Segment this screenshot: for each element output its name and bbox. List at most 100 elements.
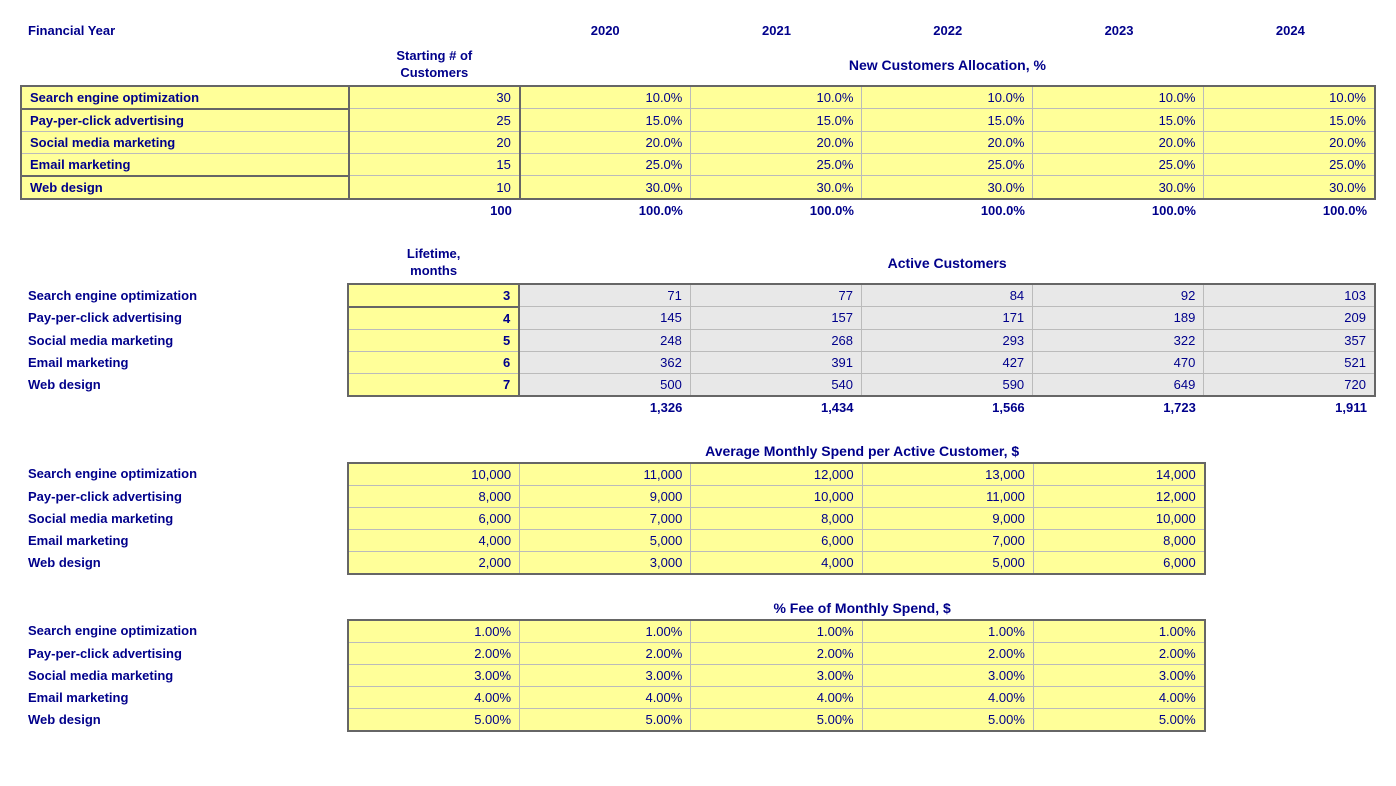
s2-val-2-4: 357 — [1204, 329, 1375, 351]
s4-val-1-0: 2.00% — [348, 642, 519, 664]
s4-empty-4 — [1205, 708, 1376, 731]
s3-empty-0 — [1205, 463, 1376, 486]
s1-total-3: 100.0% — [1033, 199, 1204, 221]
s4-val-1-3: 2.00% — [862, 642, 1033, 664]
s2-label-0: Search engine optimization — [20, 284, 348, 307]
s4-empty-1 — [1205, 642, 1376, 664]
s1-val-1-1: 15.0% — [691, 109, 862, 132]
s4-empty-2 — [1205, 664, 1376, 686]
s4-row-3: Email marketing 4.00% 4.00% 4.00% 4.00% … — [20, 686, 1376, 708]
s1-start-1: 25 — [349, 109, 520, 132]
year-2023: 2023 — [1033, 20, 1204, 41]
s1-val-1-0: 15.0% — [520, 109, 691, 132]
s3-val-4-2: 4,000 — [691, 551, 862, 574]
s4-label-1: Pay-per-click advertising — [20, 642, 348, 664]
s4-val-3-4: 4.00% — [1033, 686, 1204, 708]
s3-val-2-0: 6,000 — [348, 507, 519, 529]
s1-val-4-0: 30.0% — [520, 176, 691, 199]
s1-row-0: Search engine optimization 30 10.0% 10.0… — [21, 86, 1375, 109]
s4-val-2-0: 3.00% — [348, 664, 519, 686]
s1-val-2-0: 20.0% — [520, 131, 691, 153]
s3-val-3-2: 6,000 — [691, 529, 862, 551]
s2-total-2: 1,566 — [862, 396, 1033, 418]
year-2022: 2022 — [862, 20, 1033, 41]
s1-val-0-1: 10.0% — [691, 86, 862, 109]
main-header: Financial Year 2020 2021 2022 2023 2024 — [20, 20, 1376, 41]
section4-table: % Fee of Monthly Spend, $ Search engine … — [20, 597, 1376, 732]
s4-val-4-1: 5.00% — [520, 708, 691, 731]
s1-val-0-0: 10.0% — [520, 86, 691, 109]
s2-row-3: Email marketing 6 362 391 427 470 521 — [20, 351, 1375, 373]
s2-val-0-1: 77 — [690, 284, 861, 307]
section1-subheader: Starting # ofCustomers New Customers All… — [21, 45, 1375, 86]
s2-lifetime-1: 4 — [348, 307, 519, 330]
s4-row-2: Social media marketing 3.00% 3.00% 3.00%… — [20, 664, 1376, 686]
s3-val-0-4: 14,000 — [1033, 463, 1204, 486]
s1-val-4-3: 30.0% — [1033, 176, 1204, 199]
s1-row-2: Social media marketing 20 20.0% 20.0% 20… — [21, 131, 1375, 153]
s4-val-0-0: 1.00% — [348, 620, 519, 643]
s3-val-3-3: 7,000 — [862, 529, 1033, 551]
section3-label-spacer — [20, 440, 348, 463]
s3-label-1: Pay-per-click advertising — [20, 485, 348, 507]
s4-row-4: Web design 5.00% 5.00% 5.00% 5.00% 5.00% — [20, 708, 1376, 731]
s3-val-4-0: 2,000 — [348, 551, 519, 574]
s1-val-0-4: 10.0% — [1204, 86, 1375, 109]
s4-val-3-0: 4.00% — [348, 686, 519, 708]
s1-start-0: 30 — [349, 86, 520, 109]
s2-val-3-3: 470 — [1033, 351, 1204, 373]
section4-subheader: % Fee of Monthly Spend, $ — [20, 597, 1376, 620]
s1-val-1-3: 15.0% — [1033, 109, 1204, 132]
s4-label-0: Search engine optimization — [20, 620, 348, 643]
s4-val-3-2: 4.00% — [691, 686, 862, 708]
s4-val-0-1: 1.00% — [520, 620, 691, 643]
s1-row-1: Pay-per-click advertising 25 15.0% 15.0%… — [21, 109, 1375, 132]
s3-label-4: Web design — [20, 551, 348, 574]
s2-val-3-2: 427 — [862, 351, 1033, 373]
s3-val-2-2: 8,000 — [691, 507, 862, 529]
section2-section-header: Active Customers — [519, 243, 1375, 284]
section2-table: Lifetime,months Active Customers Search … — [20, 243, 1376, 418]
s3-val-2-1: 7,000 — [520, 507, 691, 529]
s1-start-2: 20 — [349, 131, 520, 153]
s3-val-3-0: 4,000 — [348, 529, 519, 551]
s1-val-3-3: 25.0% — [1033, 153, 1204, 176]
s3-row-0: Search engine optimization 10,000 11,000… — [20, 463, 1376, 486]
financial-year-label: Financial Year — [20, 20, 348, 41]
section3-subheader: Average Monthly Spend per Active Custome… — [20, 440, 1376, 463]
s1-val-2-1: 20.0% — [691, 131, 862, 153]
section2-label-spacer — [20, 243, 348, 284]
s1-label-2: Social media marketing — [21, 131, 349, 153]
s2-val-4-4: 720 — [1204, 373, 1375, 396]
s2-val-0-3: 92 — [1033, 284, 1204, 307]
s1-val-2-2: 20.0% — [862, 131, 1033, 153]
s1-label-4: Web design — [21, 176, 349, 199]
spacer-2 — [20, 420, 1376, 440]
s3-val-1-4: 12,000 — [1033, 485, 1204, 507]
s3-val-0-3: 13,000 — [862, 463, 1033, 486]
s1-val-3-2: 25.0% — [862, 153, 1033, 176]
s3-val-0-0: 10,000 — [348, 463, 519, 486]
s1-val-1-2: 15.0% — [862, 109, 1033, 132]
s3-empty-4 — [1205, 551, 1376, 574]
s1-val-3-0: 25.0% — [520, 153, 691, 176]
section1-col-header: Starting # ofCustomers — [349, 45, 520, 86]
s1-val-4-1: 30.0% — [691, 176, 862, 199]
s3-row-2: Social media marketing 6,000 7,000 8,000… — [20, 507, 1376, 529]
s4-val-1-4: 2.00% — [1033, 642, 1204, 664]
s4-val-4-2: 5.00% — [691, 708, 862, 731]
s4-row-0: Search engine optimization 1.00% 1.00% 1… — [20, 620, 1376, 643]
s1-val-2-3: 20.0% — [1033, 131, 1204, 153]
s4-val-1-2: 2.00% — [691, 642, 862, 664]
year-2021: 2021 — [691, 20, 862, 41]
s4-val-0-3: 1.00% — [862, 620, 1033, 643]
s2-lifetime-0: 3 — [348, 284, 519, 307]
spacer-1 — [20, 223, 1376, 243]
s4-val-3-3: 4.00% — [862, 686, 1033, 708]
s2-val-1-0: 145 — [519, 307, 690, 330]
s1-val-0-2: 10.0% — [862, 86, 1033, 109]
s2-lifetime-3: 6 — [348, 351, 519, 373]
s4-label-2: Social media marketing — [20, 664, 348, 686]
s2-val-2-0: 248 — [519, 329, 690, 351]
s2-val-1-1: 157 — [690, 307, 861, 330]
